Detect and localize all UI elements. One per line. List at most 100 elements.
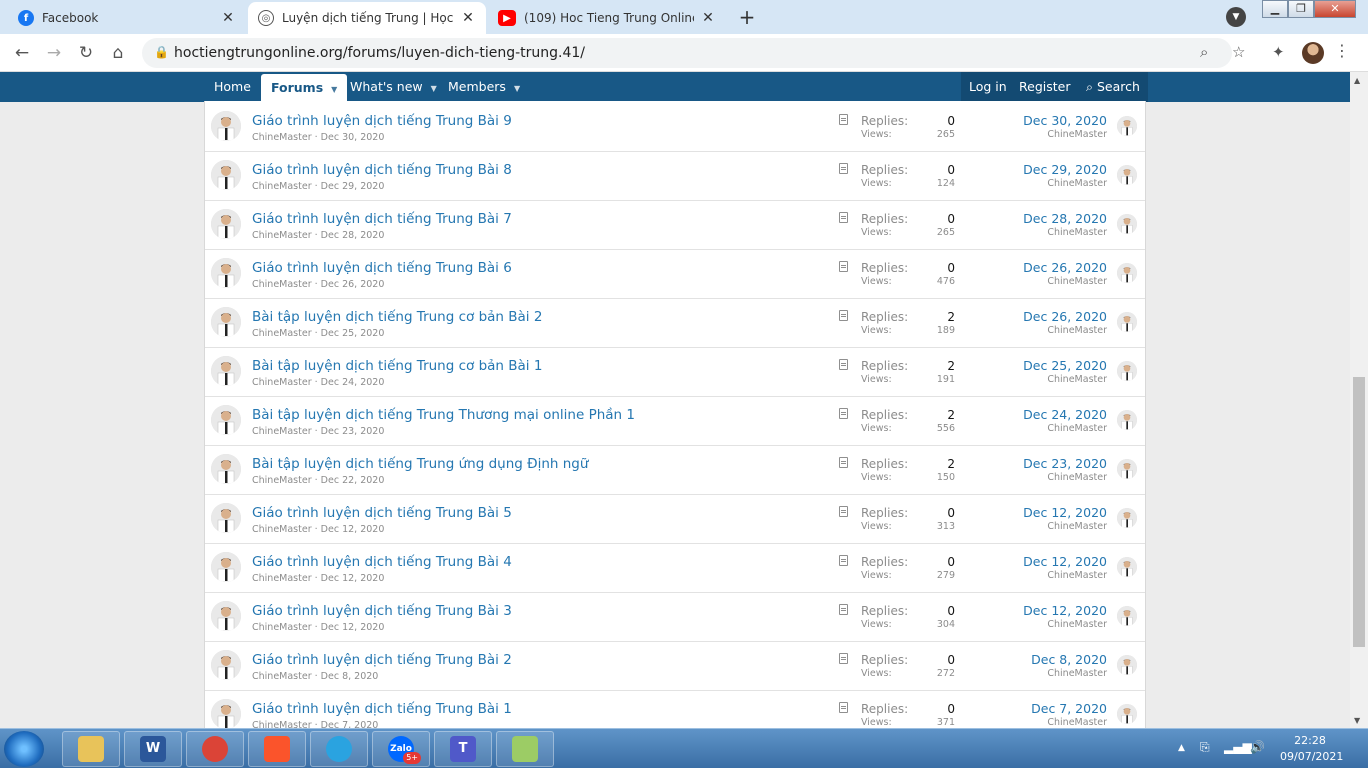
last-post-date[interactable]: Dec 8, 2020 — [1031, 652, 1107, 667]
thread-author[interactable]: ChineMaster — [252, 230, 312, 241]
last-post-date[interactable]: Dec 12, 2020 — [1023, 603, 1107, 618]
last-post-date[interactable]: Dec 7, 2020 — [1031, 701, 1107, 716]
last-post-user[interactable]: ChineMaster — [1047, 668, 1107, 679]
last-post-user[interactable]: ChineMaster — [1047, 374, 1107, 385]
last-post-date[interactable]: Dec 23, 2020 — [1023, 456, 1107, 471]
thread-row[interactable]: Giáo trình luyện dịch tiếng Trung Bài 1 C… — [205, 691, 1145, 728]
menu-icon[interactable]: ⋮ — [1334, 41, 1350, 60]
search-button[interactable]: ⌕ Search — [1076, 72, 1148, 102]
bookmark-star-icon[interactable]: ☆ — [1232, 43, 1245, 61]
thread-start-date[interactable]: Dec 24, 2020 — [321, 377, 385, 388]
thread-row[interactable]: Bài tập luyện dịch tiếng Trung cơ bản Bà… — [205, 299, 1145, 348]
author-avatar[interactable] — [211, 307, 241, 337]
zoom-icon[interactable]: ⌕ — [1200, 43, 1208, 61]
last-post-user[interactable]: ChineMaster — [1047, 129, 1107, 140]
word-taskbar-button[interactable]: W — [124, 731, 182, 767]
thread-title[interactable]: Giáo trình luyện dịch tiếng Trung Bài 3 — [252, 603, 512, 619]
last-poster-avatar[interactable] — [1117, 655, 1137, 675]
last-poster-avatar[interactable] — [1117, 214, 1137, 234]
thread-start-date[interactable]: Dec 12, 2020 — [321, 573, 385, 584]
last-poster-avatar[interactable] — [1117, 508, 1137, 528]
last-post-date[interactable]: Dec 29, 2020 — [1023, 162, 1107, 177]
thread-row[interactable]: Bài tập luyện dịch tiếng Trung ứng dụng … — [205, 446, 1145, 495]
author-avatar[interactable] — [211, 650, 241, 680]
last-post-user[interactable]: ChineMaster — [1047, 472, 1107, 483]
page-scrollbar[interactable]: ▲ ▼ — [1350, 72, 1368, 728]
thread-start-date[interactable]: Dec 23, 2020 — [321, 426, 385, 437]
last-poster-avatar[interactable] — [1117, 116, 1137, 136]
last-poster-avatar[interactable] — [1117, 361, 1137, 381]
url-field[interactable]: 🔒 hoctiengtrungonline.org/forums/luyen-d… — [142, 38, 1245, 68]
author-avatar[interactable] — [211, 356, 241, 386]
thread-title[interactable]: Giáo trình luyện dịch tiếng Trung Bài 5 — [252, 505, 512, 521]
chevron-down-icon[interactable]: ▼ — [331, 85, 337, 94]
thread-row[interactable]: Giáo trình luyện dịch tiếng Trung Bài 5 C… — [205, 495, 1145, 544]
close-icon[interactable]: ✕ — [460, 10, 476, 26]
chrome-taskbar-button[interactable] — [186, 731, 244, 767]
forward-icon[interactable]: → — [42, 42, 66, 64]
nav-forums[interactable]: Forums ▼ — [261, 74, 348, 102]
thread-start-date[interactable]: Dec 29, 2020 — [321, 181, 385, 192]
maximize-button[interactable]: ❐ — [1288, 0, 1314, 18]
file-explorer-taskbar-button[interactable] — [62, 731, 120, 767]
last-post-date[interactable]: Dec 26, 2020 — [1023, 260, 1107, 275]
thread-title[interactable]: Giáo trình luyện dịch tiếng Trung Bài 6 — [252, 260, 512, 276]
thread-row[interactable]: Giáo trình luyện dịch tiếng Trung Bài 2 C… — [205, 642, 1145, 691]
thread-start-date[interactable]: Dec 12, 2020 — [321, 622, 385, 633]
scroll-up-icon[interactable]: ▲ — [1354, 76, 1360, 85]
author-avatar[interactable] — [211, 209, 241, 239]
author-avatar[interactable] — [211, 111, 241, 141]
clock[interactable]: 22:28 09/07/2021 — [1280, 733, 1343, 765]
thread-author[interactable]: ChineMaster — [252, 279, 312, 290]
thread-title[interactable]: Giáo trình luyện dịch tiếng Trung Bài 1 — [252, 701, 512, 717]
author-avatar[interactable] — [211, 160, 241, 190]
last-post-user[interactable]: ChineMaster — [1047, 178, 1107, 189]
thread-author[interactable]: ChineMaster — [252, 132, 312, 143]
thread-author[interactable]: ChineMaster — [252, 720, 312, 728]
last-post-date[interactable]: Dec 30, 2020 — [1023, 113, 1107, 128]
thread-row[interactable]: Bài tập luyện dịch tiếng Trung Thương mạ… — [205, 397, 1145, 446]
last-post-user[interactable]: ChineMaster — [1047, 521, 1107, 532]
thread-title[interactable]: Bài tập luyện dịch tiếng Trung Thương mạ… — [252, 407, 635, 423]
thread-author[interactable]: ChineMaster — [252, 328, 312, 339]
thread-row[interactable]: Giáo trình luyện dịch tiếng Trung Bài 3 C… — [205, 593, 1145, 642]
nav-members[interactable]: Members ▼ — [438, 72, 530, 102]
author-avatar[interactable] — [211, 601, 241, 631]
tab-luyen-dich[interactable]: ◎ Luyện dịch tiếng Trung | Học tiến ✕ — [248, 2, 486, 34]
tab-facebook[interactable]: f Facebook ✕ — [8, 2, 246, 34]
nav-home[interactable]: Home — [204, 72, 261, 102]
reload-icon[interactable]: ↻ — [74, 42, 98, 64]
scrollbar-thumb[interactable] — [1353, 377, 1365, 647]
window-close-button[interactable]: ✕ — [1314, 0, 1356, 18]
last-poster-avatar[interactable] — [1117, 410, 1137, 430]
home-icon[interactable]: ⌂ — [106, 42, 130, 64]
tab-youtube[interactable]: ▶ (109) Hoc Tieng Trung Online - Y ✕ — [488, 2, 726, 34]
start-button[interactable] — [4, 731, 44, 767]
thread-author[interactable]: ChineMaster — [252, 377, 312, 388]
thread-author[interactable]: ChineMaster — [252, 524, 312, 535]
author-avatar[interactable] — [211, 699, 241, 728]
thread-author[interactable]: ChineMaster — [252, 622, 312, 633]
last-post-user[interactable]: ChineMaster — [1047, 423, 1107, 434]
thread-title[interactable]: Giáo trình luyện dịch tiếng Trung Bài 2 — [252, 652, 512, 668]
tab-search-icon[interactable]: ▼ — [1226, 7, 1246, 27]
extensions-icon[interactable]: ✦ — [1272, 43, 1285, 61]
last-poster-avatar[interactable] — [1117, 606, 1137, 626]
thread-title[interactable]: Giáo trình luyện dịch tiếng Trung Bài 7 — [252, 211, 512, 227]
last-poster-avatar[interactable] — [1117, 704, 1137, 724]
back-icon[interactable]: ← — [10, 42, 34, 64]
last-post-date[interactable]: Dec 26, 2020 — [1023, 309, 1107, 324]
author-avatar[interactable] — [211, 552, 241, 582]
close-icon[interactable]: ✕ — [700, 10, 716, 26]
close-icon[interactable]: ✕ — [220, 10, 236, 26]
thread-title[interactable]: Giáo trình luyện dịch tiếng Trung Bài 8 — [252, 162, 512, 178]
last-post-user[interactable]: ChineMaster — [1047, 619, 1107, 630]
last-post-date[interactable]: Dec 25, 2020 — [1023, 358, 1107, 373]
volume-icon[interactable]: 🔊 — [1250, 740, 1265, 754]
thread-title[interactable]: Bài tập luyện dịch tiếng Trung cơ bản Bà… — [252, 309, 542, 325]
thread-author[interactable]: ChineMaster — [252, 181, 312, 192]
nav-whats-new[interactable]: What's new ▼ — [340, 72, 447, 102]
new-tab-button[interactable]: + — [734, 6, 760, 28]
author-avatar[interactable] — [211, 454, 241, 484]
thread-start-date[interactable]: Dec 25, 2020 — [321, 328, 385, 339]
